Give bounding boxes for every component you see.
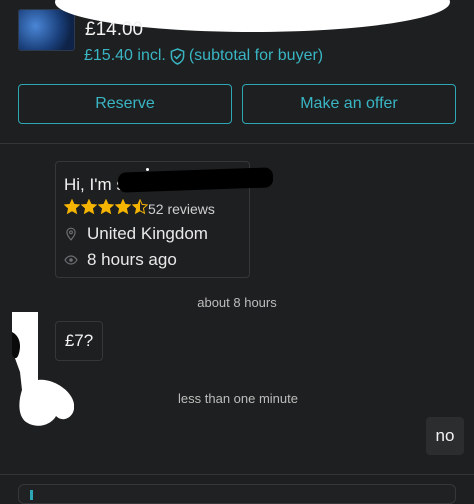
star-icon <box>98 199 114 215</box>
location-pin-icon <box>66 227 76 241</box>
redaction-dot <box>146 168 149 171</box>
price-note: (subtotal for buyer) <box>188 47 324 64</box>
header-divider <box>0 143 474 144</box>
reserve-button[interactable]: Reserve <box>18 84 232 124</box>
profile-greeting: Hi, I'm s <box>64 175 125 194</box>
star-icon <box>64 199 80 215</box>
message-timestamp: about 8 hours <box>197 295 277 310</box>
rating-stars <box>64 199 148 215</box>
make-offer-button[interactable]: Make an offer <box>242 84 456 124</box>
star-icon <box>115 199 131 215</box>
message-composer[interactable] <box>18 484 456 504</box>
composer-caret <box>30 490 33 500</box>
shield-check-icon <box>170 47 185 65</box>
reviews-count[interactable]: 52 reviews <box>148 201 215 217</box>
message-bubble-sent: no <box>426 417 464 455</box>
composer-divider <box>0 474 474 475</box>
star-icon <box>81 199 97 215</box>
item-price: £14.00 <box>85 19 144 40</box>
buyer-protection-price[interactable]: £15.40 incl. (subtotal for buyer) <box>84 47 323 65</box>
profile-last-seen: 8 hours ago <box>87 250 177 269</box>
eye-icon <box>64 255 78 265</box>
star-icon <box>132 199 148 215</box>
price-incl-label: £15.40 incl. <box>84 47 166 64</box>
item-thumbnail[interactable] <box>18 9 75 51</box>
message-timestamp: less than one minute <box>178 391 298 406</box>
profile-location: United Kingdom <box>87 224 208 243</box>
message-bubble-received: £7? <box>55 321 103 361</box>
